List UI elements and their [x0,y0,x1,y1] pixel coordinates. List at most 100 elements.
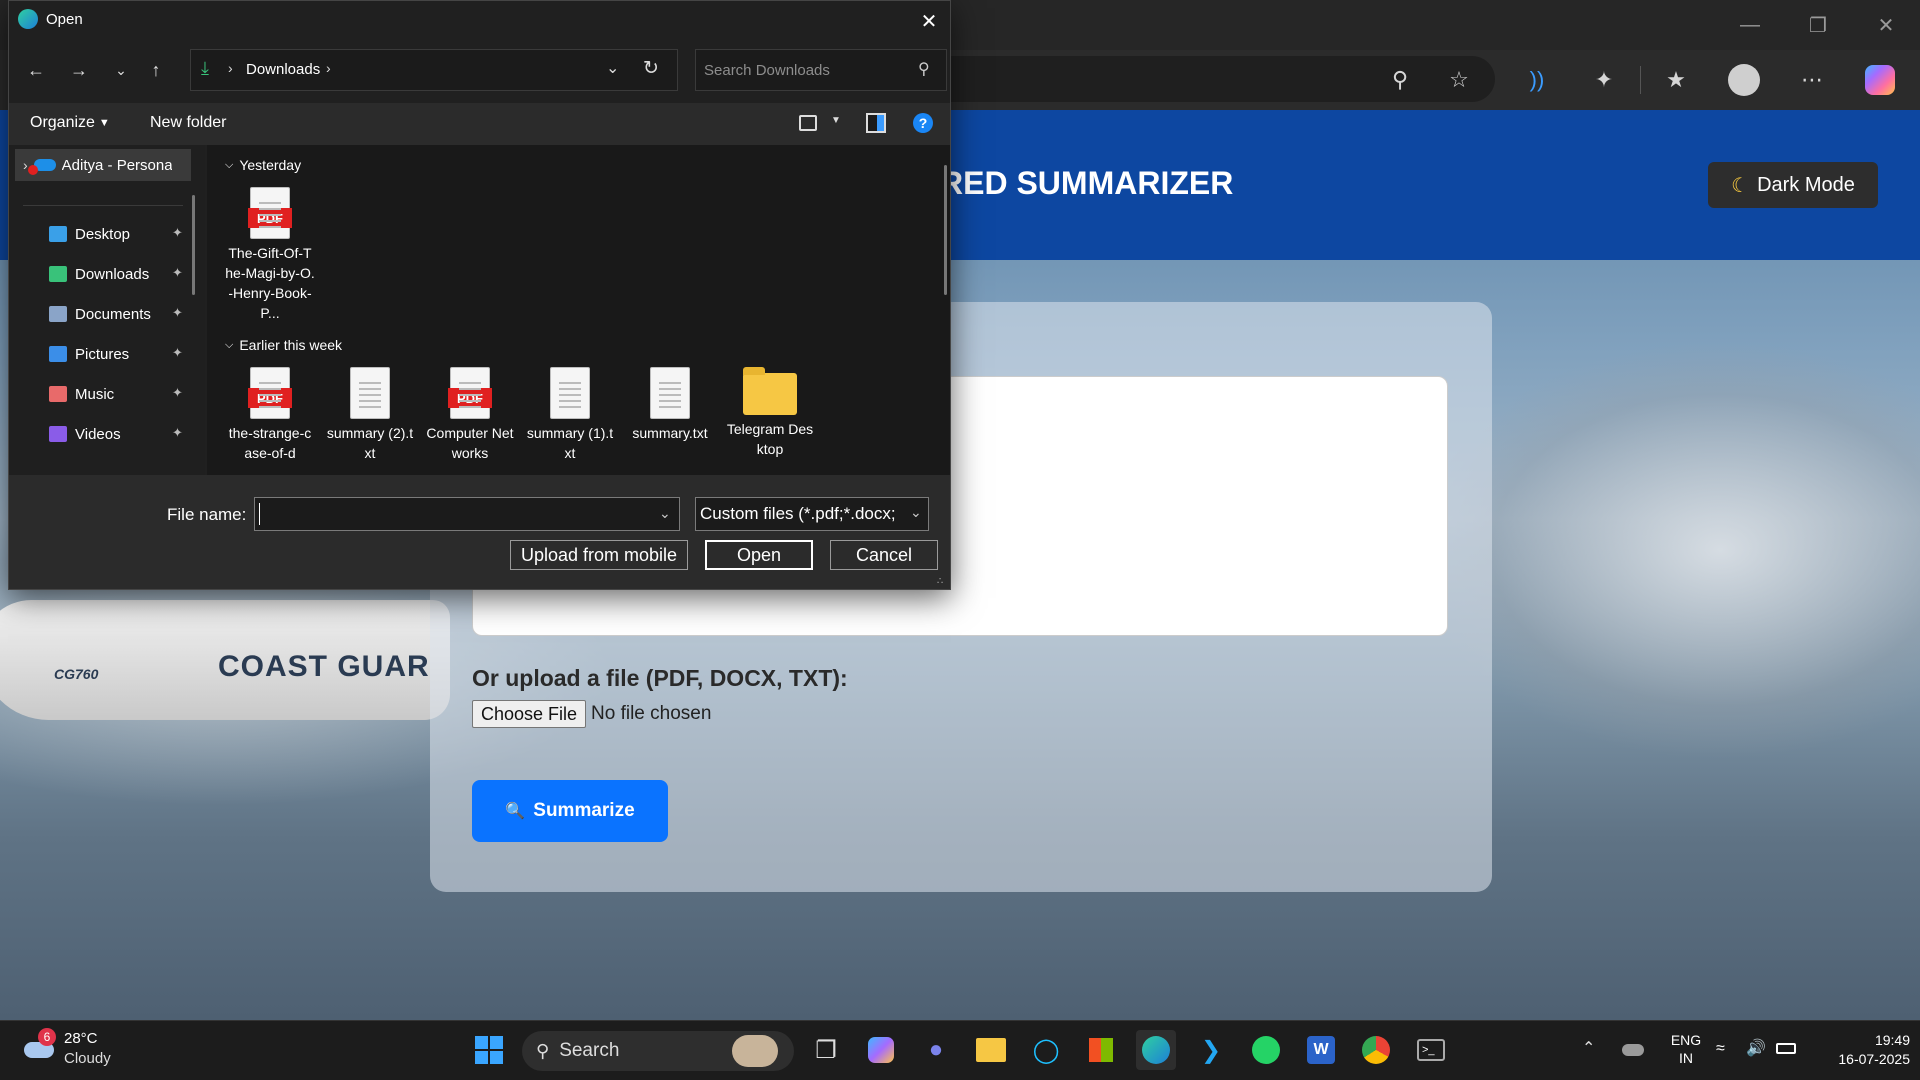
store-icon[interactable] [1081,1030,1121,1070]
up-arrow-icon[interactable]: ↑ [143,57,169,83]
new-folder-button[interactable]: New folder [150,114,226,132]
help-icon[interactable]: ? [913,113,933,133]
pin-icon[interactable]: ✦ [172,265,183,281]
close-window-icon[interactable]: ✕ [1866,10,1906,40]
dialog-command-bar: Organize ▼ New folder ▼ ? [9,103,950,145]
copilot-icon[interactable] [1862,62,1898,98]
task-view-icon[interactable]: ❐ [806,1030,846,1070]
read-aloud-icon[interactable]: )) [1519,62,1555,98]
nav-divider [23,205,183,206]
back-arrow-icon[interactable]: ← [23,57,49,83]
restore-icon[interactable]: ❐ [1798,10,1838,40]
nav-item-label: Music [75,385,115,403]
word-icon[interactable]: W [1301,1030,1341,1070]
nav-item-label: Downloads [75,265,150,283]
onedrive-label: Aditya - Persona [61,156,172,174]
dark-mode-button[interactable]: ☾ Dark Mode [1708,162,1878,208]
organize-button[interactable]: Organize ▼ [30,114,110,132]
onedrive-tray-icon[interactable] [1622,1044,1644,1056]
edge-browser-icon[interactable] [1136,1030,1176,1070]
volume-icon[interactable]: 🔊 [1746,1038,1766,1058]
file-name: the-strange-case-of-d [228,425,312,461]
forward-arrow-icon[interactable]: → [66,57,92,83]
show-hidden-icons-chevron[interactable]: ⌃ [1582,1038,1595,1058]
group-header[interactable]: ⌵ Earlier this week [225,337,342,353]
file-name: The-Gift-Of-The-Magi-by-O.-Henry-Book-P.… [225,245,315,321]
taskbar-search-box[interactable]: ⚲ Search [522,1031,794,1071]
breadcrumb-separator-icon: › [228,60,233,76]
recent-locations-chevron-icon[interactable]: ⌄ [108,57,134,83]
view-options-icon[interactable] [799,115,817,131]
breadcrumb-downloads[interactable]: Downloads [246,61,320,78]
path-breadcrumb[interactable]: ⤓ › Downloads › ⌄ ↻ [190,49,678,91]
group-label: Yesterday [239,157,302,173]
summarize-button[interactable]: 🔍 Summarize [472,780,668,842]
file-name: summary (1).txt [526,425,614,461]
file-scrollbar[interactable] [944,165,947,295]
magnifier-icon: 🔍 [505,803,526,820]
clock-date: 16-07-2025 [1838,1051,1910,1067]
battery-icon[interactable] [1776,1043,1796,1054]
file-item[interactable]: PDF Computer Networks [425,367,515,463]
file-item[interactable]: PDF The-Gift-Of-The-Magi-by-O.-Henry-Book… [225,187,315,323]
whatsapp-icon[interactable] [1246,1030,1286,1070]
vscode-icon[interactable]: ❯ [1191,1030,1231,1070]
upload-from-mobile-button[interactable]: Upload from mobile [510,540,688,570]
zoom-out-icon[interactable]: ⚲ [1382,62,1418,98]
pin-icon[interactable]: ✦ [172,425,183,441]
file-item[interactable]: PDF the-strange-case-of-d [225,367,315,463]
pictures-icon [49,346,67,362]
cancel-button[interactable]: Cancel [830,540,938,570]
search-icon: ⚲ [918,61,930,78]
search-downloads-box[interactable]: Search Downloads ⚲ [695,49,947,91]
wifi-icon[interactable]: ≈ [1716,1040,1725,1058]
pin-icon[interactable]: ✦ [172,345,183,361]
group-header[interactable]: ⌵ Yesterday [225,157,301,173]
search-icon: ⚲ [536,1040,550,1061]
language-indicator[interactable]: ENG IN [1666,1032,1706,1066]
open-button[interactable]: Open [705,540,813,570]
minimize-icon[interactable]: — [1730,10,1770,40]
pin-icon[interactable]: ✦ [172,305,183,321]
file-name-dropdown-chevron-icon[interactable]: ⌄ [659,505,671,522]
more-options-icon[interactable]: ⋯ [1794,62,1830,98]
copilot-app-icon[interactable] [861,1030,901,1070]
file-explorer-icon[interactable] [971,1030,1011,1070]
preview-pane-icon[interactable] [866,113,886,133]
search-highlight-icon [732,1035,778,1067]
clock[interactable]: 19:49 16-07-2025 [1810,1032,1910,1067]
file-type-select[interactable]: Custom files (*.pdf;*.docx; ⌄ [695,497,929,531]
file-item[interactable]: Telegram Desktop [725,367,815,459]
terminal-icon[interactable]: >_ [1411,1030,1451,1070]
weather-temp: 28°C [64,1030,98,1047]
view-dropdown-chevron-icon[interactable]: ▼ [831,115,841,126]
extensions-icon[interactable]: ✦ [1586,62,1622,98]
search-input[interactable]: Search Downloads [704,62,830,79]
file-item[interactable]: summary (1).txt [525,367,615,463]
cortana-icon[interactable]: ◯ [1026,1030,1066,1070]
close-icon[interactable]: ✕ [917,9,941,33]
path-dropdown-chevron-icon[interactable]: ⌄ [606,58,619,78]
profile-avatar-icon[interactable] [1726,62,1762,98]
file-item[interactable]: summary (2).txt [325,367,415,463]
text-file-icon [350,367,390,419]
teams-icon[interactable]: ● [916,1030,956,1070]
file-item[interactable]: summary.txt [625,367,715,443]
file-name-input[interactable]: ⌄ [254,497,680,531]
weather-widget[interactable]: 6 28°C Cloudy [20,1028,130,1072]
resize-grip-icon[interactable]: ∴ [937,576,943,587]
chrome-icon[interactable] [1356,1030,1396,1070]
weather-desc: Cloudy [64,1050,111,1067]
toolbar-divider [1640,66,1641,94]
onedrive-item[interactable]: › Aditya - Persona [15,149,191,181]
favorites-list-icon[interactable]: ★ [1658,62,1694,98]
browser-app-icon [18,9,38,29]
refresh-icon[interactable]: ↻ [643,57,659,80]
start-windows-icon[interactable] [469,1030,509,1070]
choose-file-button[interactable]: Choose File [472,700,586,728]
chevron-right-icon[interactable]: › [23,157,28,173]
pin-icon[interactable]: ✦ [172,225,183,241]
pin-icon[interactable]: ✦ [172,385,183,401]
weather-badge: 6 [38,1028,56,1046]
favorite-star-icon[interactable]: ☆ [1441,62,1477,98]
